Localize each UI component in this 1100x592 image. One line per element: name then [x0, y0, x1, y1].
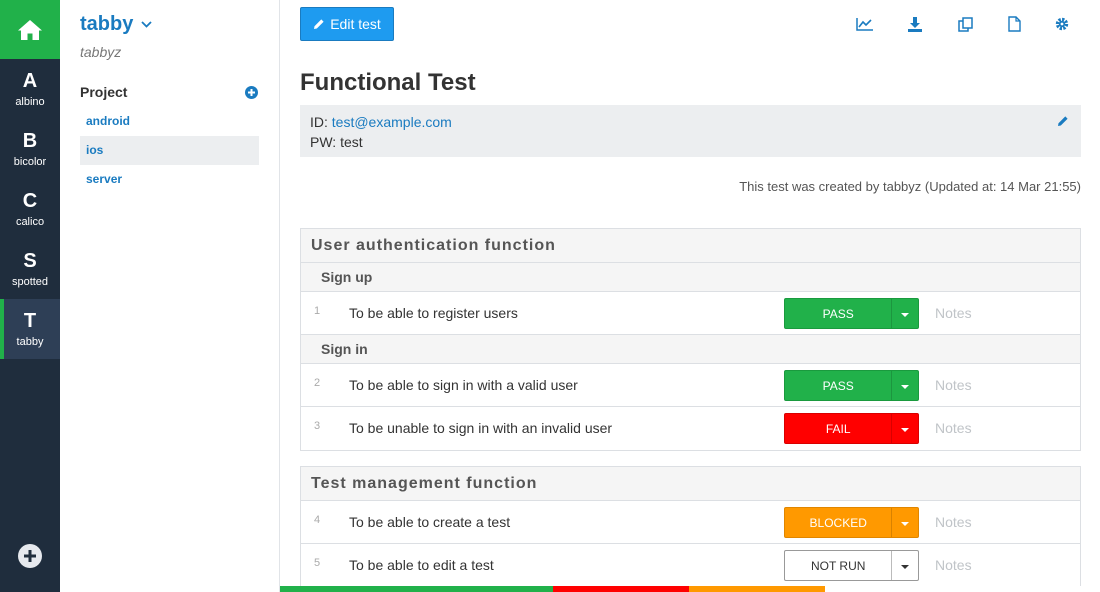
- add-project-icon[interactable]: [245, 85, 258, 99]
- edit-test-button[interactable]: Edit test: [300, 7, 394, 41]
- home-icon: [18, 19, 42, 40]
- project-section-label: Project: [80, 84, 128, 100]
- status-caret-button[interactable]: [891, 299, 918, 328]
- workspace-tabby[interactable]: Ttabby: [0, 299, 60, 359]
- gear-icon[interactable]: [1053, 15, 1071, 33]
- status-caret-button[interactable]: [891, 508, 918, 537]
- status-label: BLOCKED: [809, 516, 867, 530]
- progress-segment-not-run: [825, 586, 1100, 592]
- chevron-down-icon: [141, 21, 152, 28]
- test-case-number: 5: [314, 557, 321, 569]
- progress-segment-pass: [280, 586, 554, 592]
- pencil-icon: [314, 19, 324, 29]
- test-case-row: 4 To be able to create a test BLOCKED Notes: [301, 501, 1080, 544]
- status-progress-bar: [280, 586, 1100, 592]
- chart-icon[interactable]: [856, 15, 874, 33]
- workspace-initial: T: [23, 310, 37, 332]
- notes-field[interactable]: Notes: [935, 377, 972, 393]
- test-case-description: To be able to register users: [349, 305, 518, 321]
- section-title: Test management function: [301, 467, 1080, 501]
- workspace-label: spotted: [11, 276, 49, 288]
- test-case-number: 4: [314, 514, 321, 526]
- status-label: NOT RUN: [810, 559, 866, 573]
- project-item-android[interactable]: android: [80, 107, 259, 136]
- status-dropdown[interactable]: PASS: [784, 298, 919, 329]
- workspace-calico[interactable]: Ccalico: [0, 179, 60, 239]
- caret-down-icon: [901, 564, 910, 569]
- workspace-initial: B: [22, 130, 38, 152]
- workspace-name: tabby: [80, 13, 134, 35]
- project-list: android ios server: [80, 107, 259, 194]
- group-title: Sign in: [301, 335, 1080, 364]
- test-case-number: 2: [314, 377, 321, 389]
- caret-down-icon: [901, 521, 910, 526]
- project-item-server[interactable]: server: [80, 165, 259, 194]
- project-section-header: Project: [80, 84, 258, 100]
- id-email-link[interactable]: test@example.com: [332, 114, 452, 130]
- caret-down-icon: [901, 384, 910, 389]
- workspace-switcher[interactable]: tabby: [80, 13, 152, 36]
- main-content: Edit test Functional Test ID: test@examp…: [300, 0, 1081, 592]
- workspace-albino[interactable]: Aalbino: [0, 59, 60, 119]
- project-sidebar: tabby tabbyz Project android ios server: [60, 0, 280, 592]
- status-caret-button[interactable]: [891, 551, 918, 580]
- test-case-description: To be able to create a test: [349, 514, 511, 530]
- test-section: User authentication function Sign up 1 To b…: [300, 228, 1081, 451]
- workspace-rail: Aalbino Bbicolor Ccalico Sspotted Ttabby: [0, 0, 60, 592]
- copy-icon[interactable]: [956, 15, 974, 33]
- test-section: Test management function 4 To be able to c…: [300, 466, 1081, 588]
- status-dropdown[interactable]: PASS: [784, 370, 919, 401]
- status-caret-button[interactable]: [891, 414, 918, 443]
- caret-down-icon: [901, 312, 910, 317]
- workspace-label: bicolor: [13, 156, 47, 168]
- test-case-description: To be able to edit a test: [349, 557, 494, 573]
- workspace-initial: S: [23, 250, 37, 272]
- test-case-row: 1 To be able to register users PASS Notes: [301, 292, 1080, 335]
- group-title: Sign up: [301, 263, 1080, 292]
- section-title: User authentication function: [301, 229, 1080, 263]
- test-case-row: 3 To be unable to sign in with an invalid…: [301, 407, 1080, 450]
- workspace-label: tabby: [16, 336, 44, 348]
- status-label: PASS: [822, 307, 854, 321]
- status-label: FAIL: [825, 422, 851, 436]
- workspace-label: albino: [15, 96, 45, 108]
- status-dropdown[interactable]: NOT RUN: [784, 550, 919, 581]
- test-info-box: ID: test@example.com PW: test: [300, 105, 1081, 157]
- status-dropdown[interactable]: FAIL: [784, 413, 919, 444]
- notes-field[interactable]: Notes: [935, 514, 972, 530]
- status-caret-button[interactable]: [891, 371, 918, 400]
- workspace-initial: C: [22, 190, 38, 212]
- file-icon[interactable]: [1005, 15, 1023, 33]
- workspace-owner: tabbyz: [80, 44, 122, 60]
- home-button[interactable]: [0, 0, 60, 59]
- edit-info-icon[interactable]: [1057, 115, 1069, 127]
- workspace-spotted[interactable]: Sspotted: [0, 239, 60, 299]
- test-case-description: To be unable to sign in with an invalid …: [349, 420, 613, 436]
- workspace-bicolor[interactable]: Bbicolor: [0, 119, 60, 179]
- notes-field[interactable]: Notes: [935, 557, 972, 573]
- test-case-number: 1: [314, 305, 321, 317]
- status-label: PASS: [822, 379, 854, 393]
- pw-line: PW: test: [310, 134, 363, 150]
- progress-segment-fail: [553, 586, 690, 592]
- page-title: Functional Test: [300, 69, 476, 96]
- id-line: ID: test@example.com: [310, 114, 452, 130]
- test-case-row: 2 To be able to sign in with a valid user…: [301, 364, 1080, 407]
- caret-down-icon: [901, 427, 910, 432]
- download-icon[interactable]: [906, 15, 924, 33]
- workspace-label: calico: [15, 216, 45, 228]
- notes-field[interactable]: Notes: [935, 420, 972, 436]
- project-item-ios[interactable]: ios: [80, 136, 259, 165]
- notes-field[interactable]: Notes: [935, 305, 972, 321]
- workspace-initial: A: [22, 70, 38, 92]
- edit-test-label: Edit test: [330, 16, 381, 32]
- progress-segment-blocked: [689, 586, 826, 592]
- test-case-description: To be able to sign in with a valid user: [349, 377, 578, 393]
- test-case-row: 5 To be able to edit a test NOT RUN Notes: [301, 544, 1080, 587]
- plus-icon: [24, 550, 36, 562]
- test-case-number: 3: [314, 420, 321, 432]
- status-dropdown[interactable]: BLOCKED: [784, 507, 919, 538]
- created-by-text: This test was created by tabbyz (Updated…: [739, 179, 1081, 194]
- add-workspace-button[interactable]: [18, 544, 42, 568]
